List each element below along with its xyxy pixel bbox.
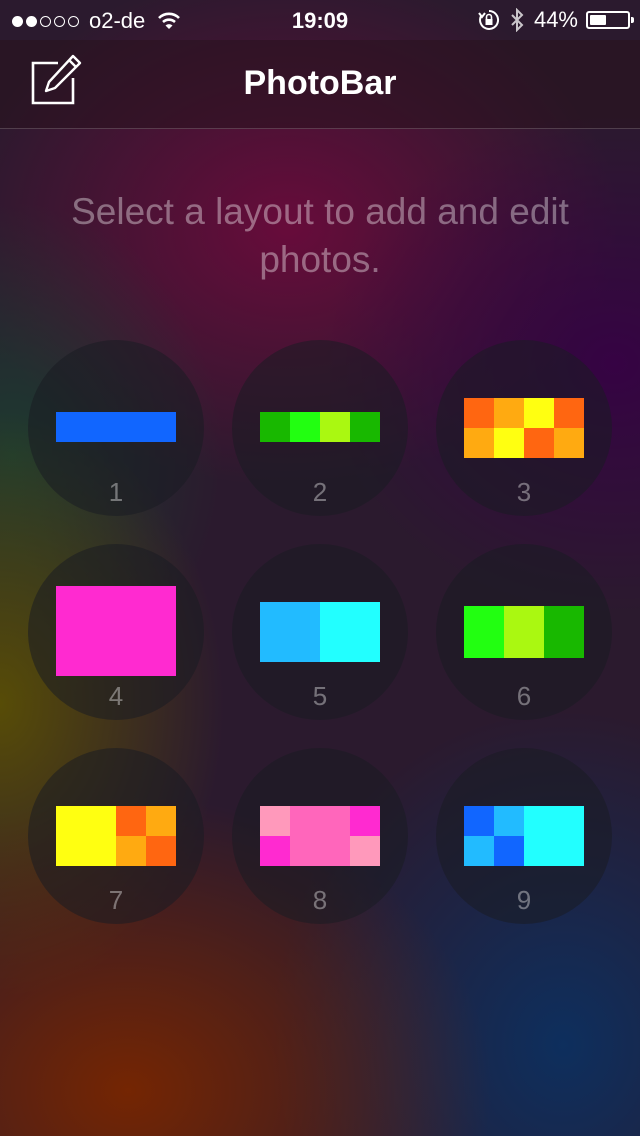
battery-icon (586, 11, 634, 29)
thumb-cell (290, 412, 320, 442)
thumb-cell (464, 836, 494, 866)
thumb-cell (524, 398, 554, 428)
thumb-cell (350, 412, 380, 442)
layout-number: 2 (312, 477, 328, 507)
layout-number: 6 (516, 681, 532, 711)
layout-8-button[interactable]: 8 (232, 748, 408, 924)
thumb-cell (554, 428, 584, 458)
thumb-cell (464, 428, 494, 458)
battery-tip (631, 17, 634, 23)
thumb-cell (494, 428, 524, 458)
layout-thumbnail (56, 806, 176, 866)
thumb-cell (464, 398, 494, 428)
thumb-cell (350, 806, 380, 836)
layout-9-button[interactable]: 9 (436, 748, 612, 924)
layout-2-button[interactable]: 2 (232, 340, 408, 516)
layout-number: 4 (108, 681, 124, 711)
layout-thumbnail (56, 586, 176, 676)
thumb-cell (146, 836, 176, 866)
thumb-cell (494, 398, 524, 428)
layout-6-button[interactable]: 6 (436, 544, 612, 720)
status-right: 44% (478, 7, 634, 33)
layout-thumbnail (56, 412, 176, 442)
thumb-cell (464, 806, 494, 836)
layout-number: 5 (312, 681, 328, 711)
thumb-cell (116, 806, 146, 836)
layout-number: 7 (108, 885, 124, 915)
thumb-cell (290, 806, 350, 866)
layout-thumbnail (464, 806, 584, 866)
thumb-cell (524, 806, 584, 866)
thumb-cell (350, 836, 380, 866)
page-title: PhotoBar (243, 64, 397, 102)
layout-number: 1 (108, 477, 124, 507)
layout-thumbnail (260, 412, 380, 442)
layout-thumbnail (260, 602, 380, 662)
status-bar: o2-de 19:09 44% (0, 0, 640, 40)
thumb-cell (146, 806, 176, 836)
layout-number: 8 (312, 885, 328, 915)
thumb-cell (56, 586, 176, 676)
thumb-cell (56, 806, 116, 866)
layout-3-button[interactable]: 3 (436, 340, 612, 516)
thumb-cell (464, 606, 504, 658)
thumb-cell (320, 602, 380, 662)
layout-5-button[interactable]: 5 (232, 544, 408, 720)
layout-thumbnail (464, 398, 584, 458)
thumb-cell (544, 606, 584, 658)
layout-thumbnail (260, 806, 380, 866)
layout-thumbnail (464, 606, 584, 658)
thumb-cell (116, 836, 146, 866)
thumb-cell (56, 412, 176, 442)
thumb-cell (260, 836, 290, 866)
layout-7-button[interactable]: 7 (28, 748, 204, 924)
thumb-cell (524, 428, 554, 458)
thumb-cell (494, 806, 524, 836)
layout-1-button[interactable]: 1 (28, 340, 204, 516)
battery-level (590, 15, 606, 25)
bluetooth-icon (511, 8, 524, 32)
thumb-cell (260, 602, 320, 662)
rotation-lock-icon (478, 9, 499, 30)
navigation-bar: PhotoBar (0, 40, 640, 129)
layout-number: 9 (516, 885, 532, 915)
layout-4-button[interactable]: 4 (28, 544, 204, 720)
layout-number: 3 (516, 477, 532, 507)
thumb-cell (494, 836, 524, 866)
instruction-text: Select a layout to add and edit photos. (71, 191, 569, 280)
thumb-cell (260, 412, 290, 442)
thumb-cell (320, 412, 350, 442)
thumb-cell (260, 806, 290, 836)
thumb-cell (504, 606, 544, 658)
thumb-cell (554, 398, 584, 428)
battery-percent: 44% (533, 7, 578, 32)
